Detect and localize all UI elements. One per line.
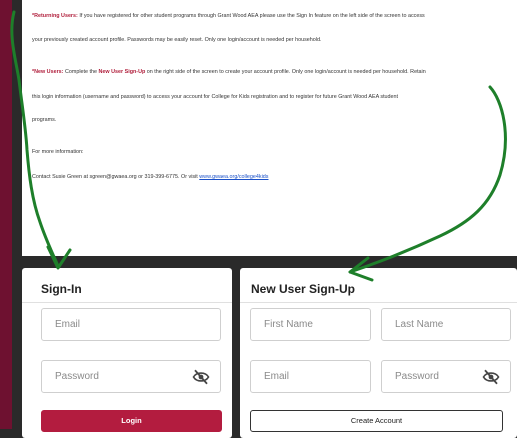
new-user-signup-title: New User Sign-Up bbox=[251, 282, 356, 296]
new-users-paragraph-end: programs. bbox=[32, 117, 57, 123]
sign-in-card: Sign-In Login bbox=[22, 268, 232, 438]
left-brand-strip bbox=[0, 0, 12, 429]
sign-in-password-field[interactable] bbox=[41, 360, 221, 393]
sign-in-email-field[interactable] bbox=[41, 308, 221, 341]
returning-users-paragraph: *Returning Users: If you have registered… bbox=[32, 13, 425, 20]
eye-slash-icon[interactable] bbox=[482, 369, 500, 385]
new-user-signup-mention: New User Sign-Up bbox=[98, 69, 146, 75]
new-users-label: *New Users: bbox=[32, 69, 64, 75]
last-name-field[interactable] bbox=[381, 308, 511, 341]
contact-paragraph: Contact Susie Green at sgreen@gwaea.org … bbox=[32, 174, 269, 181]
returning-users-text: If you have registered for other student… bbox=[77, 13, 425, 19]
sign-in-title: Sign-In bbox=[41, 282, 82, 296]
new-users-text-a: Complete the bbox=[63, 69, 99, 75]
instructions-panel: *Returning Users: If you have registered… bbox=[22, 0, 517, 256]
new-user-signup-card: New User Sign-Up Create Account bbox=[240, 268, 517, 438]
college4kids-link[interactable]: www.gwaea.org/college4kids bbox=[199, 174, 268, 180]
signup-email-field[interactable] bbox=[250, 360, 371, 393]
sign-in-divider bbox=[22, 302, 232, 303]
new-users-paragraph-cont: this login information (username and pas… bbox=[32, 94, 399, 100]
contact-text: Contact Susie Green at sgreen@gwaea.org … bbox=[32, 174, 200, 180]
first-name-input[interactable] bbox=[251, 309, 370, 340]
last-name-input[interactable] bbox=[382, 309, 510, 340]
new-users-paragraph: *New Users: Complete the New User Sign-U… bbox=[32, 69, 426, 76]
sign-in-email-input[interactable] bbox=[42, 309, 220, 340]
signup-email-input[interactable] bbox=[251, 361, 370, 392]
signup-divider bbox=[240, 302, 517, 303]
returning-users-label: *Returning Users: bbox=[32, 13, 78, 19]
eye-slash-icon[interactable] bbox=[192, 369, 210, 385]
signup-password-field[interactable] bbox=[381, 360, 511, 393]
returning-users-paragraph-cont: your previously created account profile.… bbox=[32, 37, 322, 43]
first-name-field[interactable] bbox=[250, 308, 371, 341]
new-users-text-b: on the right side of the screen to creat… bbox=[145, 69, 426, 75]
more-info-heading: For more information: bbox=[32, 149, 84, 155]
